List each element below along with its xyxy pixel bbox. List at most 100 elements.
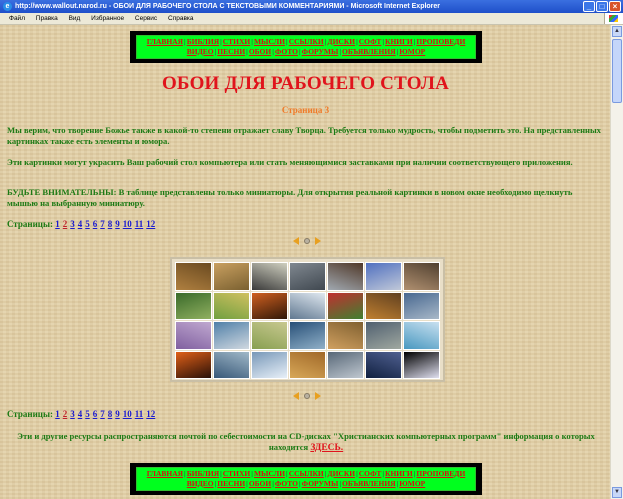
nav-link-wallpapers[interactable]: ОБОИ [249, 479, 271, 488]
thumbnail-lighthouse[interactable] [327, 350, 364, 379]
nav-link-soft[interactable]: СОФТ [359, 37, 382, 46]
thumbnail-island[interactable] [403, 321, 440, 350]
nav-link-sermons[interactable]: ПРОПОВЕДИ [416, 37, 465, 46]
thumbnail-elephants[interactable] [403, 262, 440, 291]
page-link-9[interactable]: 9 [115, 409, 120, 419]
page-link-12[interactable]: 12 [146, 409, 155, 419]
nav-link-bible[interactable]: БИБЛИЯ [187, 37, 219, 46]
maximize-button[interactable]: □ [596, 1, 608, 12]
thumbnail-coast[interactable] [213, 321, 250, 350]
vertical-scrollbar[interactable]: ▲ ▼ [610, 25, 623, 499]
prev-arrow-icon[interactable] [293, 236, 299, 245]
page-link-9[interactable]: 9 [115, 219, 120, 229]
nav-link-soft[interactable]: СОФТ [359, 469, 382, 478]
nav-link-disks[interactable]: ДИСКИ [327, 469, 355, 478]
page-link-8[interactable]: 8 [108, 219, 113, 229]
thumbnail-leopards[interactable] [213, 262, 250, 291]
menu-help[interactable]: Справка [168, 15, 194, 22]
nav-link-forums[interactable]: ФОРУМЫ [302, 479, 339, 488]
page-link-4[interactable]: 4 [78, 219, 83, 229]
nav-link-thoughts[interactable]: МЫСЛИ [254, 37, 285, 46]
thumbnail-cave-light[interactable] [251, 262, 288, 291]
page-link-5[interactable]: 5 [85, 409, 90, 419]
home-dot-icon[interactable] [304, 392, 310, 399]
nav-link-bible[interactable]: БИБЛИЯ [187, 469, 219, 478]
thumbnail-sea-storm[interactable] [213, 350, 250, 379]
page-link-7[interactable]: 7 [100, 219, 105, 229]
menu-tools[interactable]: Сервис [135, 15, 157, 22]
page-link-10[interactable]: 10 [123, 409, 132, 419]
page-link-1[interactable]: 1 [55, 409, 60, 419]
thumbnail-forest[interactable] [175, 291, 212, 320]
nav-link-books[interactable]: КНИГИ [385, 37, 413, 46]
nav-link-home[interactable]: ГЛАВНАЯ [147, 37, 183, 46]
nav-link-links[interactable]: ССЫЛКИ [289, 469, 324, 478]
scroll-up-icon[interactable]: ▲ [612, 26, 622, 37]
menu-favorites[interactable]: Избранное [91, 15, 124, 22]
thumbnail-horses[interactable] [327, 262, 364, 291]
thumbnail-waterfall[interactable] [289, 291, 326, 320]
nav-link-links[interactable]: ССЫЛКИ [289, 37, 324, 46]
home-dot-icon[interactable] [304, 237, 310, 244]
nav-link-photo[interactable]: ФОТО [275, 47, 298, 56]
page-link-10[interactable]: 10 [123, 219, 132, 229]
thumbnail-dunes[interactable] [289, 350, 326, 379]
nav-link-video[interactable]: ВИДЕО [187, 47, 214, 56]
scroll-thumb[interactable] [612, 39, 622, 103]
page-link-11[interactable]: 11 [135, 409, 144, 419]
thumbnail-sunset-trees[interactable] [251, 291, 288, 320]
page-link-1[interactable]: 1 [55, 219, 60, 229]
page-link-5[interactable]: 5 [85, 219, 90, 229]
thumbnail-mountain-sky[interactable] [365, 262, 402, 291]
prev-arrow-icon[interactable] [293, 391, 299, 400]
nav-link-forums[interactable]: ФОРУМЫ [302, 47, 339, 56]
thumbnail-night-sky[interactable] [365, 350, 402, 379]
thumbnail-ocean-wave[interactable] [289, 321, 326, 350]
thumbnail-lavender[interactable] [175, 321, 212, 350]
nav-link-books[interactable]: КНИГИ [385, 469, 413, 478]
nav-link-wallpapers[interactable]: ОБОИ [249, 47, 271, 56]
nav-link-songs[interactable]: ПЕСНИ [217, 479, 245, 488]
nav-link-songs[interactable]: ПЕСНИ [217, 47, 245, 56]
page-link-7[interactable]: 7 [100, 409, 105, 419]
nav-link-video[interactable]: ВИДЕО [187, 479, 214, 488]
page-link-3[interactable]: 3 [70, 219, 75, 229]
nav-link-humor[interactable]: ЮМОР [399, 479, 425, 488]
here-link[interactable]: ЗДЕСЬ. [310, 443, 343, 453]
minimize-button[interactable]: _ [583, 1, 595, 12]
thumbnail-lion[interactable] [175, 262, 212, 291]
thumbnail-rocks-sea[interactable] [365, 321, 402, 350]
thumbnail-mountain-lake[interactable] [403, 291, 440, 320]
thumbnail-moonlight[interactable] [403, 350, 440, 379]
page-link-6[interactable]: 6 [93, 409, 98, 419]
nav-link-disks[interactable]: ДИСКИ [327, 37, 355, 46]
page-link-2[interactable]: 2 [63, 409, 68, 419]
page-link-11[interactable]: 11 [135, 219, 144, 229]
nav-link-poems[interactable]: СТИХИ [223, 37, 251, 46]
next-arrow-icon[interactable] [315, 391, 321, 400]
page-link-12[interactable]: 12 [146, 219, 155, 229]
thumbnail-desert[interactable] [327, 321, 364, 350]
close-button[interactable]: × [609, 1, 621, 12]
nav-link-sermons[interactable]: ПРОПОВЕДИ [416, 469, 465, 478]
menu-view[interactable]: Вид [69, 15, 81, 22]
thumbnail-wolf[interactable] [289, 262, 326, 291]
nav-link-ads[interactable]: ОБЪЯВЛЕНИЯ [342, 47, 396, 56]
thumbnail-flowers-field[interactable] [213, 291, 250, 320]
nav-link-home[interactable]: ГЛАВНАЯ [147, 469, 183, 478]
nav-link-thoughts[interactable]: МЫСЛИ [254, 469, 285, 478]
thumbnail-autumn-forest[interactable] [365, 291, 402, 320]
thumbnail-glacier[interactable] [251, 350, 288, 379]
nav-link-photo[interactable]: ФОТО [275, 479, 298, 488]
nav-link-poems[interactable]: СТИХИ [223, 469, 251, 478]
nav-link-humor[interactable]: ЮМОР [399, 47, 425, 56]
next-arrow-icon[interactable] [315, 236, 321, 245]
thumbnail-red-sunset[interactable] [175, 350, 212, 379]
page-link-8[interactable]: 8 [108, 409, 113, 419]
page-link-3[interactable]: 3 [70, 409, 75, 419]
page-link-6[interactable]: 6 [93, 219, 98, 229]
thumbnail-tulips[interactable] [327, 291, 364, 320]
nav-link-ads[interactable]: ОБЪЯВЛЕНИЯ [342, 479, 396, 488]
menu-file[interactable]: Файл [9, 15, 25, 22]
page-link-4[interactable]: 4 [78, 409, 83, 419]
